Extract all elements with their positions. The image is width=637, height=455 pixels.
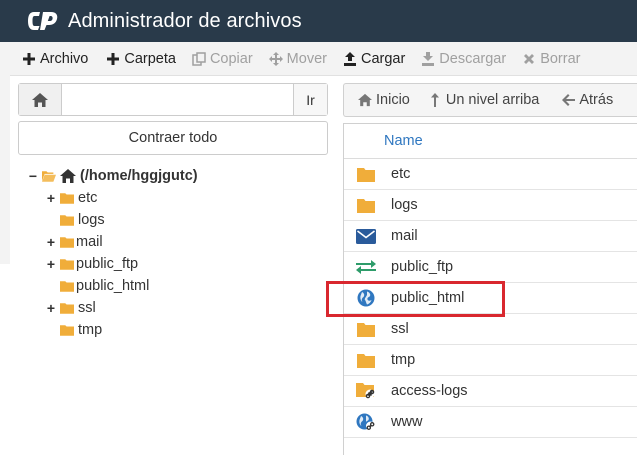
plus-icon xyxy=(106,52,120,66)
folder-icon xyxy=(60,193,74,204)
folder-icon xyxy=(60,237,74,248)
file-row-public-html[interactable]: public_html xyxy=(344,283,637,314)
tree-item-logs[interactable]: logs xyxy=(60,209,105,231)
collapse-toggle-icon[interactable]: − xyxy=(28,168,38,184)
folder-icon xyxy=(60,281,74,292)
home-button[interactable]: Inicio xyxy=(358,92,410,108)
file-row-etc[interactable]: etc xyxy=(344,159,637,190)
file-row-tmp[interactable]: tmp xyxy=(344,345,637,376)
upload-button[interactable]: Cargar xyxy=(343,51,405,67)
copy-button[interactable]: Copiar xyxy=(192,51,253,67)
download-button[interactable]: Descargar xyxy=(421,51,506,67)
mail-icon xyxy=(356,226,376,246)
back-button[interactable]: Atrás xyxy=(561,92,613,108)
home-icon xyxy=(60,169,76,183)
page-title: Administrador de archivos xyxy=(68,9,302,32)
go-button[interactable]: Ir xyxy=(293,84,327,115)
tree-root[interactable]: − (/home/hggjgutc) xyxy=(28,165,198,187)
left-background-strip xyxy=(0,42,10,264)
file-row-ssl[interactable]: ssl xyxy=(344,314,637,345)
folder-icon xyxy=(356,319,376,339)
file-list-table: Name etc logs mail public_ftp public_htm… xyxy=(343,123,637,455)
file-row-www[interactable]: www xyxy=(344,407,637,438)
folder-icon xyxy=(60,325,74,336)
level-up-icon xyxy=(428,93,442,107)
home-icon-addon[interactable] xyxy=(19,84,62,115)
collapse-all-button[interactable]: Contraer todo xyxy=(18,121,328,155)
app-header: Administrador de archivos xyxy=(0,0,637,42)
plus-icon xyxy=(22,52,36,66)
tree-item-public-ftp[interactable]: + public_ftp xyxy=(46,253,138,275)
folder-link-icon xyxy=(356,381,376,401)
expand-toggle-icon[interactable]: + xyxy=(46,234,56,250)
tree-item-etc[interactable]: + etc xyxy=(46,187,97,209)
folder-icon xyxy=(60,303,74,314)
open-folder-icon xyxy=(42,171,56,182)
column-header-name[interactable]: Name xyxy=(344,124,637,159)
file-row-access-logs[interactable]: access-logs xyxy=(344,376,637,407)
transfer-icon xyxy=(356,257,376,277)
cpanel-logo-icon[interactable] xyxy=(26,9,60,33)
expand-toggle-icon[interactable]: + xyxy=(46,300,56,316)
upload-icon xyxy=(343,51,357,66)
folder-icon xyxy=(356,350,376,370)
navigation-bar: Inicio Un nivel arriba Atrás xyxy=(343,83,637,117)
tree-item-public-html[interactable]: public_html xyxy=(60,275,149,297)
toolbar: Archivo Carpeta Copiar Mover Cargar Desc… xyxy=(10,42,637,76)
download-icon xyxy=(421,51,435,66)
tree-root-label: (/home/hggjgutc) xyxy=(80,168,198,184)
delete-icon xyxy=(522,52,536,66)
new-file-button[interactable]: Archivo xyxy=(22,51,88,67)
path-search-box: Ir xyxy=(18,83,328,116)
arrow-left-icon xyxy=(561,93,575,107)
up-one-level-button[interactable]: Un nivel arriba xyxy=(428,92,539,108)
expand-toggle-icon[interactable]: + xyxy=(46,256,56,272)
tree-item-ssl[interactable]: + ssl xyxy=(46,297,96,319)
move-button[interactable]: Mover xyxy=(268,51,327,67)
file-row-logs[interactable]: logs xyxy=(344,190,637,221)
globe-icon xyxy=(356,288,376,308)
file-row-mail[interactable]: mail xyxy=(344,221,637,252)
globe-link-icon xyxy=(356,412,376,432)
folder-icon xyxy=(60,259,74,270)
delete-button[interactable]: Borrar xyxy=(522,51,580,67)
new-folder-button[interactable]: Carpeta xyxy=(106,51,176,67)
folder-icon xyxy=(356,195,376,215)
file-row-public-ftp[interactable]: public_ftp xyxy=(344,252,637,283)
expand-toggle-icon[interactable]: + xyxy=(46,190,56,206)
tree-item-mail[interactable]: + mail xyxy=(46,231,103,253)
copy-icon xyxy=(192,51,206,66)
folder-icon xyxy=(60,215,74,226)
path-input[interactable] xyxy=(62,84,293,115)
tree-item-tmp[interactable]: tmp xyxy=(60,319,102,341)
folder-icon xyxy=(356,164,376,184)
home-icon xyxy=(358,93,372,107)
home-icon xyxy=(32,92,48,107)
move-icon xyxy=(268,51,283,66)
